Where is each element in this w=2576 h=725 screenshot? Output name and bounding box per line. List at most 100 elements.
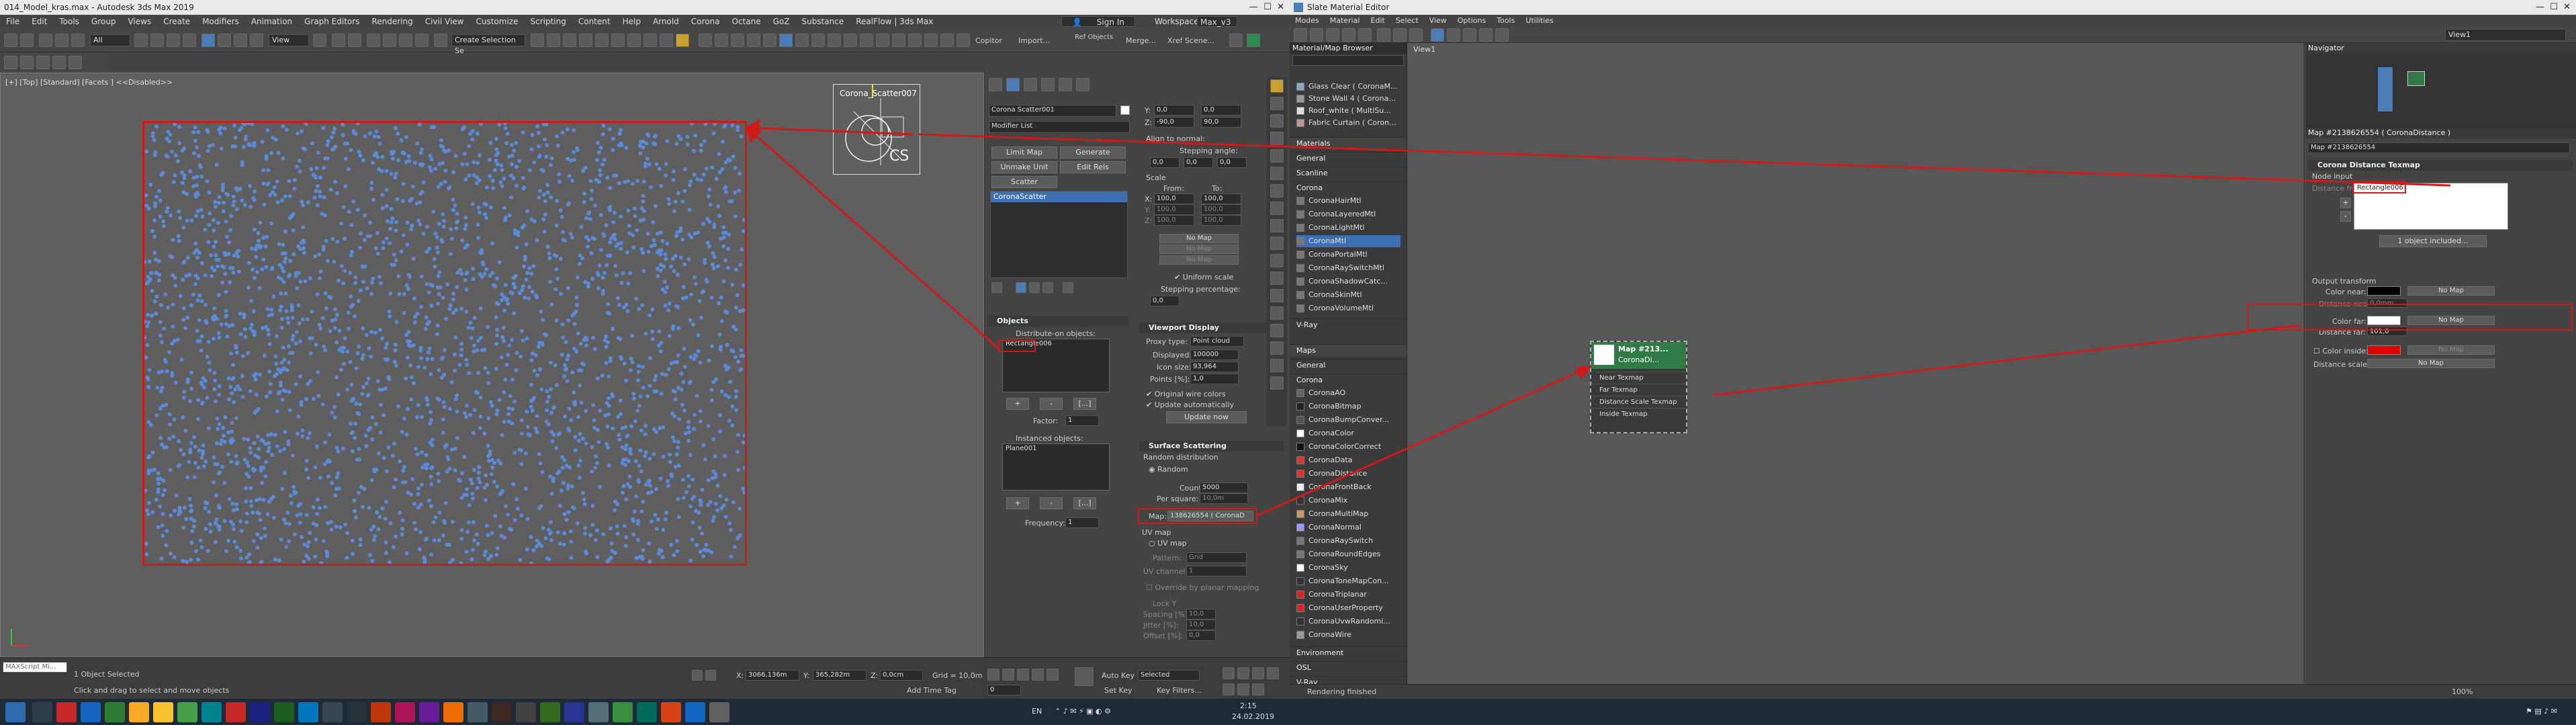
curve-editor-icon[interactable] <box>595 34 609 47</box>
select-object-icon[interactable] <box>134 34 148 47</box>
app-word-icon[interactable] <box>564 702 584 722</box>
redo-icon[interactable] <box>20 34 34 47</box>
app-calc-icon[interactable] <box>540 702 560 722</box>
app-render-icon[interactable] <box>395 702 415 722</box>
scale-z-to[interactable]: 100,0 <box>1201 215 1241 226</box>
app-opera-icon[interactable] <box>419 702 439 722</box>
app-skype-alt-icon[interactable] <box>298 702 318 722</box>
show-end-result-icon[interactable] <box>1016 282 1026 293</box>
scatter-distribution-area[interactable] <box>142 121 747 566</box>
menu-customize[interactable]: Customize <box>470 15 524 28</box>
delete-icon[interactable] <box>1342 28 1356 42</box>
update-now-button[interactable]: Update now <box>1166 411 1247 423</box>
category-maps-corona[interactable]: Corona <box>1290 374 1407 386</box>
maxscript-listener-input[interactable]: MAXScript Mi... <box>3 662 67 673</box>
layout-all-icon[interactable] <box>1409 28 1423 42</box>
tab-toggle-icon[interactable] <box>69 56 82 69</box>
menu-civil-view[interactable]: Civil View <box>419 15 470 28</box>
folder-icon[interactable] <box>1270 376 1284 390</box>
rendered-frame-window-icon[interactable] <box>660 34 673 47</box>
viewport-label[interactable]: [+] [Top] [Standard] [Facets ] <<Disable… <box>5 78 173 87</box>
rot-z-from[interactable]: -90,0 <box>1154 117 1194 128</box>
corona-toolbox-icon[interactable] <box>860 34 873 47</box>
object-name-field[interactable]: Corona Scatter001 <box>989 105 1116 117</box>
named-selection-set-dropdown[interactable]: Create Selection Se <box>451 34 525 55</box>
add-instanced-button[interactable]: + <box>1006 497 1029 509</box>
select-and-move-icon[interactable] <box>202 34 215 47</box>
app-grey-icon[interactable] <box>709 702 729 722</box>
create-tab-icon[interactable] <box>989 78 1002 91</box>
import-button[interactable]: Import... <box>1018 36 1050 45</box>
menu-group[interactable]: Group <box>85 15 122 28</box>
app-notepad-icon[interactable] <box>588 702 609 722</box>
scene-explorer-toggle-icon[interactable] <box>20 56 34 69</box>
surface-scattering-header[interactable]: Surface Scattering <box>1139 441 1284 452</box>
unmake-unit-button[interactable]: Unmake Unit <box>991 161 1057 173</box>
displayed-field[interactable]: 100000 <box>1190 349 1239 360</box>
category-corona[interactable]: Corona <box>1290 181 1407 194</box>
angle-snap-icon[interactable] <box>383 34 396 47</box>
sphere-icon[interactable] <box>1270 114 1284 128</box>
add-object-button[interactable]: + <box>2340 198 2351 208</box>
select-by-material-icon[interactable] <box>1479 28 1493 42</box>
app-anydesk-icon[interactable] <box>56 702 77 722</box>
transform-icon[interactable] <box>1270 184 1284 198</box>
select-and-scale-icon[interactable] <box>234 34 247 47</box>
select-manipulate-icon[interactable] <box>332 34 345 47</box>
uv-map-radio[interactable]: ○ UV map <box>1149 539 1187 548</box>
scale-y-map-button[interactable]: No Map <box>1159 245 1239 254</box>
stepping-angle-x[interactable]: 0,0 <box>1150 157 1180 168</box>
slate-window-controls-icon[interactable]: — ☐ ✕ <box>2536 0 2571 15</box>
stepping-angle-z[interactable]: 0,0 <box>1217 157 1247 168</box>
pin-stack-icon[interactable] <box>991 282 1002 293</box>
orbit-icon[interactable] <box>1237 683 1249 695</box>
camera-icon[interactable] <box>1270 167 1284 180</box>
spinner-snap-icon[interactable] <box>415 34 429 47</box>
snaps-toggle-icon[interactable] <box>367 34 380 47</box>
mirror-icon[interactable] <box>531 34 544 47</box>
remove-instanced-button[interactable]: - <box>1040 497 1063 509</box>
ribbon-toggle-icon[interactable] <box>4 56 17 69</box>
menu-realflow[interactable]: RealFlow | 3ds Max <box>850 15 939 28</box>
corona-camera-icon[interactable] <box>763 34 776 47</box>
add-distribute-button[interactable]: + <box>1006 398 1029 410</box>
grid-toggle-icon[interactable] <box>52 56 66 69</box>
window-crossing-icon[interactable] <box>183 34 196 47</box>
color-inside-map-button[interactable]: No Map <box>2407 345 2495 355</box>
maximize-viewport-icon[interactable] <box>1252 683 1264 695</box>
app-3dsmax-icon[interactable] <box>202 702 222 722</box>
goto-end-icon[interactable] <box>1047 669 1059 681</box>
layers-icon[interactable] <box>1270 254 1284 267</box>
slate-menu-modes[interactable]: Modes <box>1290 15 1325 27</box>
corona-denoise-icon[interactable] <box>876 34 889 47</box>
node-slot-near-texmap[interactable]: Near Texmap <box>1591 372 1686 384</box>
menu-animation[interactable]: Animation <box>245 15 298 28</box>
add-time-tag-button[interactable]: Add Time Tag <box>907 686 957 695</box>
rect-selection-icon[interactable] <box>167 34 180 47</box>
offset-field[interactable]: 0,0 <box>1186 630 1216 641</box>
modify-tab-icon[interactable] <box>1006 78 1020 91</box>
xref-scene-button[interactable]: Xref Scene... <box>1167 36 1214 45</box>
slate-menu-view[interactable]: View <box>1424 15 1452 27</box>
pivot-center-icon[interactable] <box>313 34 326 47</box>
scene-explorer-icon[interactable] <box>563 34 576 47</box>
current-frame-field[interactable]: 0 <box>987 685 1021 695</box>
align-icon[interactable] <box>547 34 560 47</box>
app-firefox-icon[interactable] <box>443 702 463 722</box>
select-and-rotate-icon[interactable] <box>218 34 231 47</box>
gear-icon[interactable] <box>1270 97 1284 110</box>
light-bulb-icon[interactable] <box>1270 79 1284 93</box>
wave-icon[interactable] <box>1270 341 1284 355</box>
corona-converter-icon[interactable] <box>828 34 841 47</box>
tray-icons-right[interactable]: ⚑ ▤ ♪ ✉ <box>2526 707 2557 716</box>
unlink-icon[interactable] <box>55 34 69 47</box>
merge-button[interactable]: Merge... <box>1126 36 1156 45</box>
objects-included-button[interactable]: 1 object included... <box>2379 235 2487 247</box>
app-blue-icon[interactable] <box>685 702 705 722</box>
app-itunes-icon[interactable] <box>468 702 488 722</box>
menu-scripting[interactable]: Scripting <box>524 15 572 28</box>
corona-help-icon[interactable] <box>908 34 922 47</box>
motion-tab-icon[interactable] <box>1041 78 1055 91</box>
map-name-field[interactable]: Map #2138626554 <box>2308 142 2570 153</box>
slate-menu-edit[interactable]: Edit <box>1365 15 1390 27</box>
